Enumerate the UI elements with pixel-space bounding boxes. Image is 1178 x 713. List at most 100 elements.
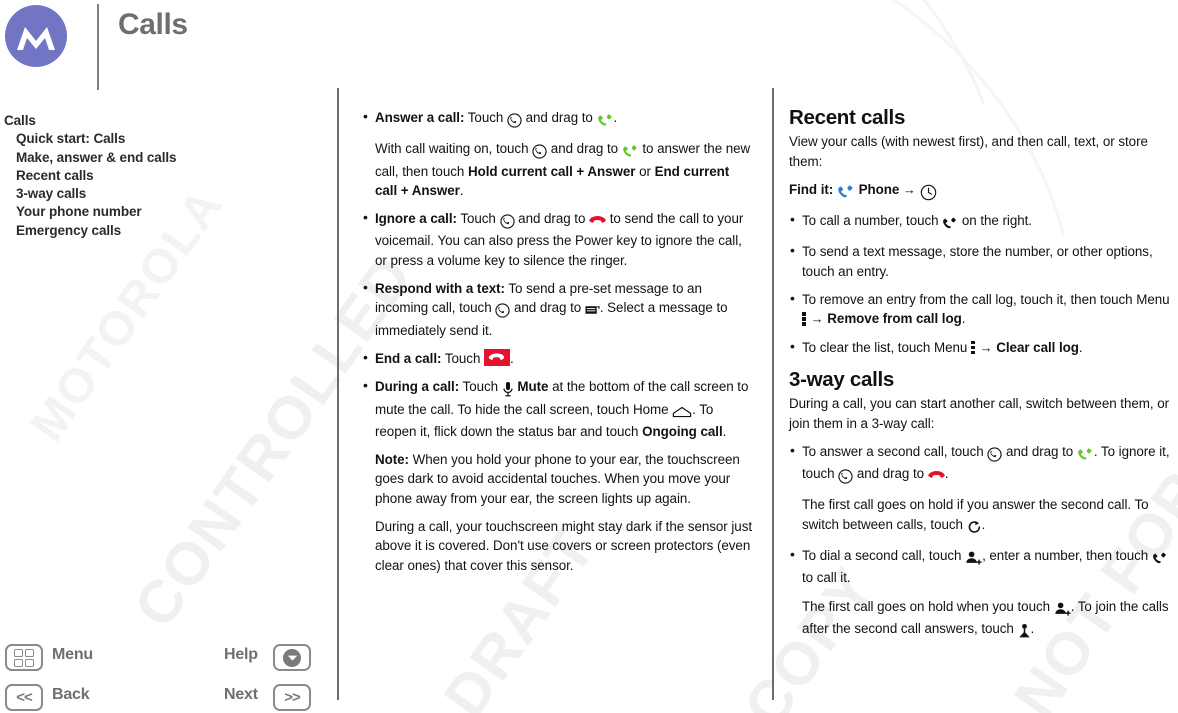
page-title: Calls — [118, 8, 188, 41]
right-text-column: Recent calls View your calls (with newes… — [789, 106, 1171, 643]
text: . — [459, 182, 464, 198]
text: and drag to — [1002, 443, 1077, 459]
overflow-menu-icon — [802, 311, 807, 326]
text: and drag to — [514, 211, 590, 227]
text: . — [613, 110, 618, 125]
green-phone-icon — [597, 111, 614, 130]
paragraph-hold-switch: The first call goes on hold if you answe… — [789, 495, 1171, 537]
add-person-icon — [965, 549, 982, 568]
text: Touch — [456, 211, 500, 227]
sidebar-item-make-answer[interactable]: Make, answer & end calls — [4, 149, 324, 167]
page-header: Calls — [0, 0, 1178, 92]
sidebar-item-calls[interactable]: Calls — [4, 112, 324, 130]
black-phone-icon — [942, 214, 958, 233]
term-during-a-call: During a call: — [375, 379, 460, 395]
sidebar-item-quick-start[interactable]: Quick start: Calls — [4, 130, 324, 148]
header-divider — [97, 4, 99, 90]
menu-button[interactable] — [5, 644, 43, 671]
microphone-icon — [502, 380, 514, 399]
app-name-phone: Phone — [858, 181, 900, 197]
chevron-down-icon — [283, 648, 301, 667]
bullet-dial-second-call: To dial a second call, touch , enter a n… — [789, 545, 1171, 588]
home-icon — [672, 403, 692, 422]
sidebar-item-phone-number[interactable]: Your phone number — [4, 203, 324, 221]
text: and drag to — [547, 141, 622, 157]
clock-icon — [920, 183, 937, 202]
paragraph-sensor: During a call, your touchscreen might st… — [362, 517, 754, 575]
sidebar-item-emergency[interactable]: Emergency calls — [4, 222, 324, 240]
term-ignore-a-call: Ignore a call: — [375, 211, 457, 227]
label-find-it: Find it: — [789, 181, 834, 197]
text: Touch — [441, 350, 485, 366]
bullet-send-text-message: To send a text message, store the number… — [789, 241, 1171, 281]
find-it-line: Find it: Phone → — [789, 180, 1171, 202]
text: and drag to — [521, 110, 597, 125]
text: During a call, your touchscreen might st… — [375, 519, 753, 573]
term-end-a-call: End a call: — [375, 350, 442, 366]
text: , enter a number, then touch — [982, 548, 1152, 564]
end-call-button-icon — [484, 348, 511, 366]
circled-call-icon — [499, 212, 515, 231]
menu-button-label[interactable]: Menu — [52, 646, 93, 664]
text: When you hold your phone to your ear, th… — [375, 452, 740, 506]
text: . — [961, 311, 966, 327]
next-button[interactable]: >> — [273, 684, 311, 711]
text: . — [1078, 339, 1083, 355]
green-phone-icon — [1077, 445, 1094, 464]
sidebar-item-3way-calls[interactable]: 3-way calls — [4, 185, 324, 203]
arrow-icon: → — [810, 311, 824, 327]
term-answer-a-call: Answer a call: — [375, 110, 465, 125]
text: With call waiting on, touch — [375, 141, 533, 157]
help-button-label[interactable]: Help — [224, 646, 258, 664]
paragraph-recent-intro: View your calls (with newest first), and… — [789, 134, 1148, 169]
back-button[interactable]: << — [5, 684, 43, 711]
text: To dial a second call, touch — [802, 548, 966, 564]
circled-call-icon — [838, 467, 853, 486]
message-icon — [585, 301, 600, 320]
text: and drag to — [853, 466, 928, 482]
arrow-icon: → — [979, 339, 993, 355]
column-divider-left — [337, 88, 339, 700]
text: . — [510, 350, 514, 366]
blue-phone-icon — [837, 183, 855, 202]
text: . — [722, 423, 727, 439]
menu-item-remove-from-call-log: Remove from call log — [827, 311, 962, 327]
bullet-ignore-a-call: Ignore a call: Touch and drag to to send… — [362, 208, 754, 270]
bottom-navigation-bar: Menu Help << Back Next >> — [0, 636, 337, 713]
paragraph-call-waiting: With call waiting on, touch and drag to … — [362, 139, 754, 200]
help-button[interactable] — [273, 644, 311, 671]
text: . — [981, 516, 986, 532]
text: to call it. — [802, 570, 851, 586]
text: and drag to — [510, 300, 585, 316]
circled-call-icon — [987, 445, 1002, 464]
section-heading-recent-calls: Recent calls — [789, 106, 906, 129]
add-person-icon — [1054, 600, 1071, 619]
next-button-label[interactable]: Next — [224, 686, 258, 704]
text: on the right. — [958, 213, 1032, 229]
text: To clear the list, touch Menu — [802, 339, 971, 355]
paragraph-join-calls: The first call goes on hold when you tou… — [789, 597, 1171, 642]
circled-call-icon — [507, 111, 522, 130]
text: or — [635, 163, 655, 179]
back-chevrons-icon: << — [16, 689, 33, 706]
table-of-contents: Calls Quick start: Calls Make, answer & … — [4, 112, 324, 240]
paragraph-3way-intro: During a call, you can start another cal… — [789, 396, 1170, 431]
arrow-icon: → — [902, 181, 916, 197]
bullet-end-a-call: End a call: Touch . — [362, 348, 754, 368]
bullet-respond-with-a-text: Respond with a text: To send a pre-set m… — [362, 278, 754, 340]
text: To send a text message, store the number… — [802, 244, 1153, 279]
middle-text-column: Answer a call: Touch and drag to . With … — [362, 107, 754, 577]
green-phone-icon — [622, 142, 639, 161]
sidebar-item-recent-calls[interactable]: Recent calls — [4, 167, 324, 185]
label-note: Note: — [375, 452, 409, 468]
bullet-clear-list: To clear the list, touch Menu → Clear ca… — [789, 337, 1171, 357]
section-heading-3way-calls: 3-way calls — [789, 367, 894, 391]
merge-calls-icon — [1018, 622, 1031, 641]
black-phone-icon — [1152, 549, 1168, 568]
text: . — [944, 466, 949, 482]
label-ongoing-call: Ongoing call — [642, 423, 723, 439]
bullet-call-a-number: To call a number, touch on the right. — [789, 210, 1171, 233]
circled-call-icon — [495, 301, 510, 320]
back-button-label[interactable]: Back — [52, 686, 90, 704]
menu-item-clear-call-log: Clear call log — [996, 339, 1079, 355]
